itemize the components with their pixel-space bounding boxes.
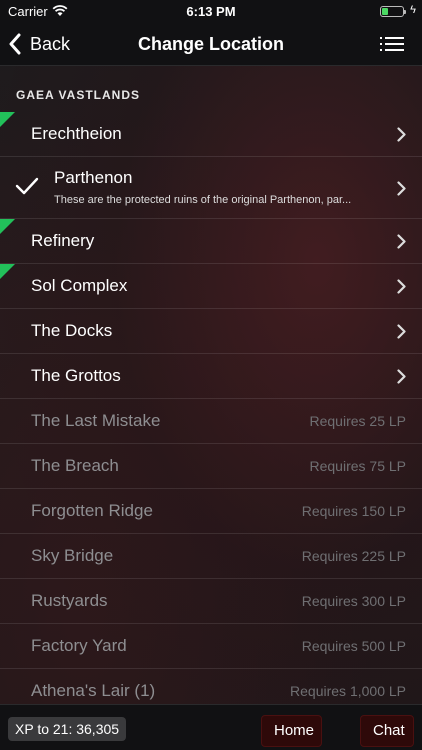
location-row-locked: Rustyards Requires 300 LP xyxy=(0,579,422,624)
list-menu-button[interactable] xyxy=(380,34,404,54)
lp-requirement: Requires 300 LP xyxy=(301,593,406,609)
screen: Carrier 6:13 PM ϟ Back Change Location G… xyxy=(0,0,422,750)
chevron-right-icon xyxy=(397,127,406,142)
location-row-the-docks[interactable]: The Docks xyxy=(0,309,422,354)
location-list: Erechtheion Parthenon These are the prot… xyxy=(0,112,422,714)
location-name: Erechtheion xyxy=(31,124,122,143)
list-icon-line xyxy=(385,37,404,39)
location-name: Sky Bridge xyxy=(31,546,114,565)
list-icon-dot xyxy=(380,49,382,51)
location-row-the-grottos[interactable]: The Grottos xyxy=(0,354,422,399)
location-name: Refinery xyxy=(31,231,95,250)
carrier-label: Carrier xyxy=(8,4,48,19)
status-bar: Carrier 6:13 PM ϟ xyxy=(0,0,422,22)
location-name: The Grottos xyxy=(31,366,121,385)
location-row-locked: Factory Yard Requires 500 LP xyxy=(0,624,422,669)
location-name: Forgotten Ridge xyxy=(31,501,153,520)
location-row-refinery[interactable]: Refinery xyxy=(0,219,422,264)
lp-requirement: Requires 150 LP xyxy=(301,503,406,519)
back-button[interactable]: Back xyxy=(8,30,70,58)
location-name: Athena's Lair (1) xyxy=(31,681,156,700)
location-name: The Docks xyxy=(31,321,113,340)
checkmark-icon xyxy=(15,177,39,195)
chevron-right-icon xyxy=(397,324,406,339)
location-row-parthenon[interactable]: Parthenon These are the protected ruins … xyxy=(0,157,422,219)
back-label: Back xyxy=(30,33,71,54)
new-badge-icon xyxy=(0,219,15,234)
chevron-right-icon xyxy=(397,279,406,294)
location-row-erechtheion[interactable]: Erechtheion xyxy=(0,112,422,157)
lp-requirement: Requires 225 LP xyxy=(301,548,406,564)
battery-icon xyxy=(380,6,406,17)
xp-indicator: XP to 21: 36,305 xyxy=(8,717,127,741)
location-name: Sol Complex xyxy=(31,276,128,295)
home-button[interactable]: Home xyxy=(261,715,322,747)
lp-requirement: Requires 500 LP xyxy=(301,638,406,654)
lp-requirement: Requires 75 LP xyxy=(309,458,406,474)
chevron-right-icon xyxy=(397,369,406,384)
location-name: Parthenon xyxy=(54,168,133,187)
new-badge-icon xyxy=(0,264,15,279)
list-icon-dot xyxy=(380,37,382,39)
location-name: The Breach xyxy=(31,456,119,475)
navigation-bar: Back Change Location xyxy=(0,22,422,66)
location-name: Factory Yard xyxy=(31,636,127,655)
lp-requirement: Requires 1,000 LP xyxy=(290,683,406,699)
chevron-left-icon xyxy=(9,33,21,55)
list-icon-line xyxy=(385,43,404,45)
location-description: These are the protected ruins of the ori… xyxy=(54,194,352,206)
location-name: Rustyards xyxy=(31,591,108,610)
location-row-locked: The Breach Requires 75 LP xyxy=(0,444,422,489)
location-row-locked: The Last Mistake Requires 25 LP xyxy=(0,399,422,444)
location-name: The Last Mistake xyxy=(31,411,161,430)
location-row-locked: Sky Bridge Requires 225 LP xyxy=(0,534,422,579)
lp-requirement: Requires 25 LP xyxy=(309,413,406,429)
chevron-right-icon xyxy=(397,234,406,249)
chat-button[interactable]: Chat xyxy=(360,715,414,747)
location-row-locked: Forgotten Ridge Requires 150 LP xyxy=(0,489,422,534)
chevron-right-icon xyxy=(397,181,406,196)
list-icon-dot xyxy=(380,43,382,45)
new-badge-icon xyxy=(0,112,15,127)
wifi-icon xyxy=(52,5,68,16)
charging-icon: ϟ xyxy=(410,4,416,16)
location-row-sol-complex[interactable]: Sol Complex xyxy=(0,264,422,309)
bottom-bar: XP to 21: 36,305 Home Chat xyxy=(0,704,422,750)
section-header: GAEA VASTLANDS xyxy=(16,88,141,102)
list-icon-line xyxy=(385,49,404,51)
